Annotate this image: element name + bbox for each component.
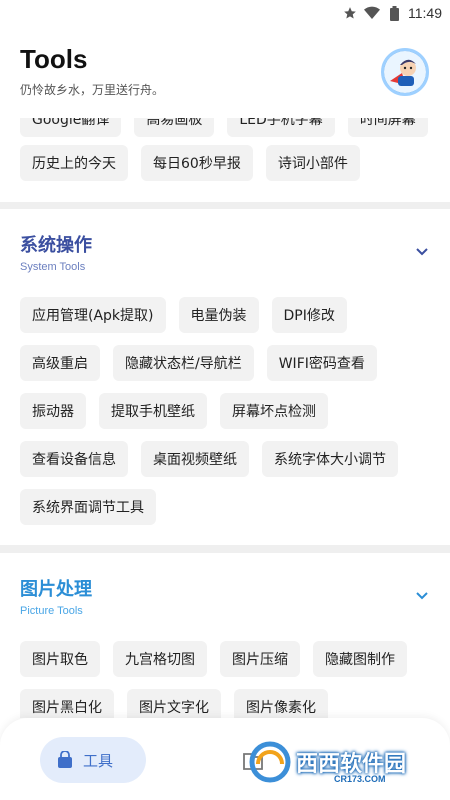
tool-chip[interactable]: 查看设备信息 — [20, 441, 128, 477]
tool-chip[interactable]: 每日60秒早报 — [141, 145, 253, 181]
tool-chip[interactable]: 高级重启 — [20, 345, 100, 381]
star-icon — [342, 5, 358, 21]
section-subtitle: Picture Tools — [20, 605, 83, 617]
watermark-logo: 西西软件园 CR173.COM — [248, 724, 438, 794]
tool-chip[interactable]: 图片取色 — [20, 641, 100, 677]
section-subtitle: System Tools — [20, 261, 86, 273]
tool-chip[interactable]: 九宫格切图 — [113, 641, 207, 677]
tool-chip[interactable]: 提取手机壁纸 — [99, 393, 207, 429]
chip-row: 系统界面调节工具 — [20, 489, 156, 525]
avatar[interactable] — [381, 48, 429, 96]
picture-tools-card: 图片处理 Picture Tools 图片取色 九宫格切图 图片压缩 隐藏图制作… — [0, 553, 450, 718]
app-header: Tools 仍怜故乡水，万里送行舟。 — [0, 26, 450, 118]
tool-chip[interactable]: LED手机字幕 — [227, 118, 335, 137]
chip-row: 图片黑白化 图片文字化 图片像素化 — [20, 689, 328, 718]
tool-chip[interactable]: 图片压缩 — [220, 641, 300, 677]
page-subtitle: 仍怜故乡水，万里送行舟。 — [20, 83, 165, 97]
status-time: 11:49 — [408, 5, 442, 21]
chip-row: 振动器 提取手机壁纸 屏幕坏点检测 — [20, 393, 328, 429]
tools-scroll-area[interactable]: Google翻译 高易画板 LED手机字幕 时间屏幕 历史上的今天 每日60秒早… — [0, 118, 450, 718]
superhero-avatar-icon — [384, 51, 426, 93]
tool-chip[interactable]: 诗词小部件 — [265, 145, 360, 181]
tool-chip[interactable]: 图片文字化 — [127, 689, 221, 718]
tool-chip[interactable]: 图片黑白化 — [20, 689, 114, 718]
chip-row: 应用管理(Apk提取) 电量伪装 DPI修改 — [20, 297, 347, 333]
tool-chip[interactable]: Google翻译 — [20, 118, 122, 137]
nav-tools-label: 工具 — [83, 751, 114, 770]
chevron-down-icon[interactable] — [414, 244, 430, 260]
tool-chip[interactable]: 时间屏幕 — [347, 118, 428, 137]
tool-chip[interactable]: 图片像素化 — [234, 689, 328, 718]
tool-chip[interactable]: 振动器 — [20, 393, 86, 429]
section-title: 图片处理 — [20, 579, 92, 600]
battery-icon — [386, 5, 402, 21]
tool-chip[interactable]: 桌面视频壁纸 — [141, 441, 249, 477]
status-bar: 11:49 — [0, 0, 450, 26]
tool-chip[interactable]: DPI修改 — [271, 297, 347, 333]
chip-row: Google翻译 高易画板 LED手机字幕 时间屏幕 — [20, 118, 428, 137]
tool-chip[interactable]: 隐藏图制作 — [313, 641, 407, 677]
chip-row: 历史上的今天 每日60秒早报 诗词小部件 — [20, 145, 360, 181]
tool-chip[interactable]: 屏幕坏点检测 — [220, 393, 328, 429]
tool-chip[interactable]: 历史上的今天 — [20, 145, 128, 181]
chevron-down-icon[interactable] — [414, 588, 430, 604]
wifi-icon — [364, 5, 380, 21]
tool-chip[interactable]: 电量伪装 — [178, 297, 259, 333]
system-tools-card: 系统操作 System Tools 应用管理(Apk提取) 电量伪装 DPI修改… — [0, 209, 450, 545]
page-title: Tools — [20, 44, 88, 74]
nav-tools-button[interactable]: 工具 — [40, 737, 146, 783]
chip-row: 查看设备信息 桌面视频壁纸 系统字体大小调节 — [20, 441, 398, 477]
chip-row: 高级重启 隐藏状态栏/导航栏 WIFI密码查看 — [20, 345, 377, 381]
tool-chip[interactable]: 系统界面调节工具 — [20, 489, 156, 525]
tool-chip[interactable]: 高易画板 — [134, 118, 215, 137]
tool-chip[interactable]: WIFI密码查看 — [266, 345, 377, 381]
watermark-url: CR173.COM — [334, 774, 386, 784]
chip-row: 图片取色 九宫格切图 图片压缩 隐藏图制作 — [20, 641, 407, 677]
misc-tools-card: Google翻译 高易画板 LED手机字幕 时间屏幕 历史上的今天 每日60秒早… — [0, 118, 450, 202]
tool-chip[interactable]: 隐藏状态栏/导航栏 — [113, 345, 254, 381]
tool-chip[interactable]: 应用管理(Apk提取) — [20, 297, 166, 333]
shopping-bag-icon — [58, 751, 72, 768]
tool-chip[interactable]: 系统字体大小调节 — [262, 441, 398, 477]
section-title: 系统操作 — [20, 235, 92, 256]
